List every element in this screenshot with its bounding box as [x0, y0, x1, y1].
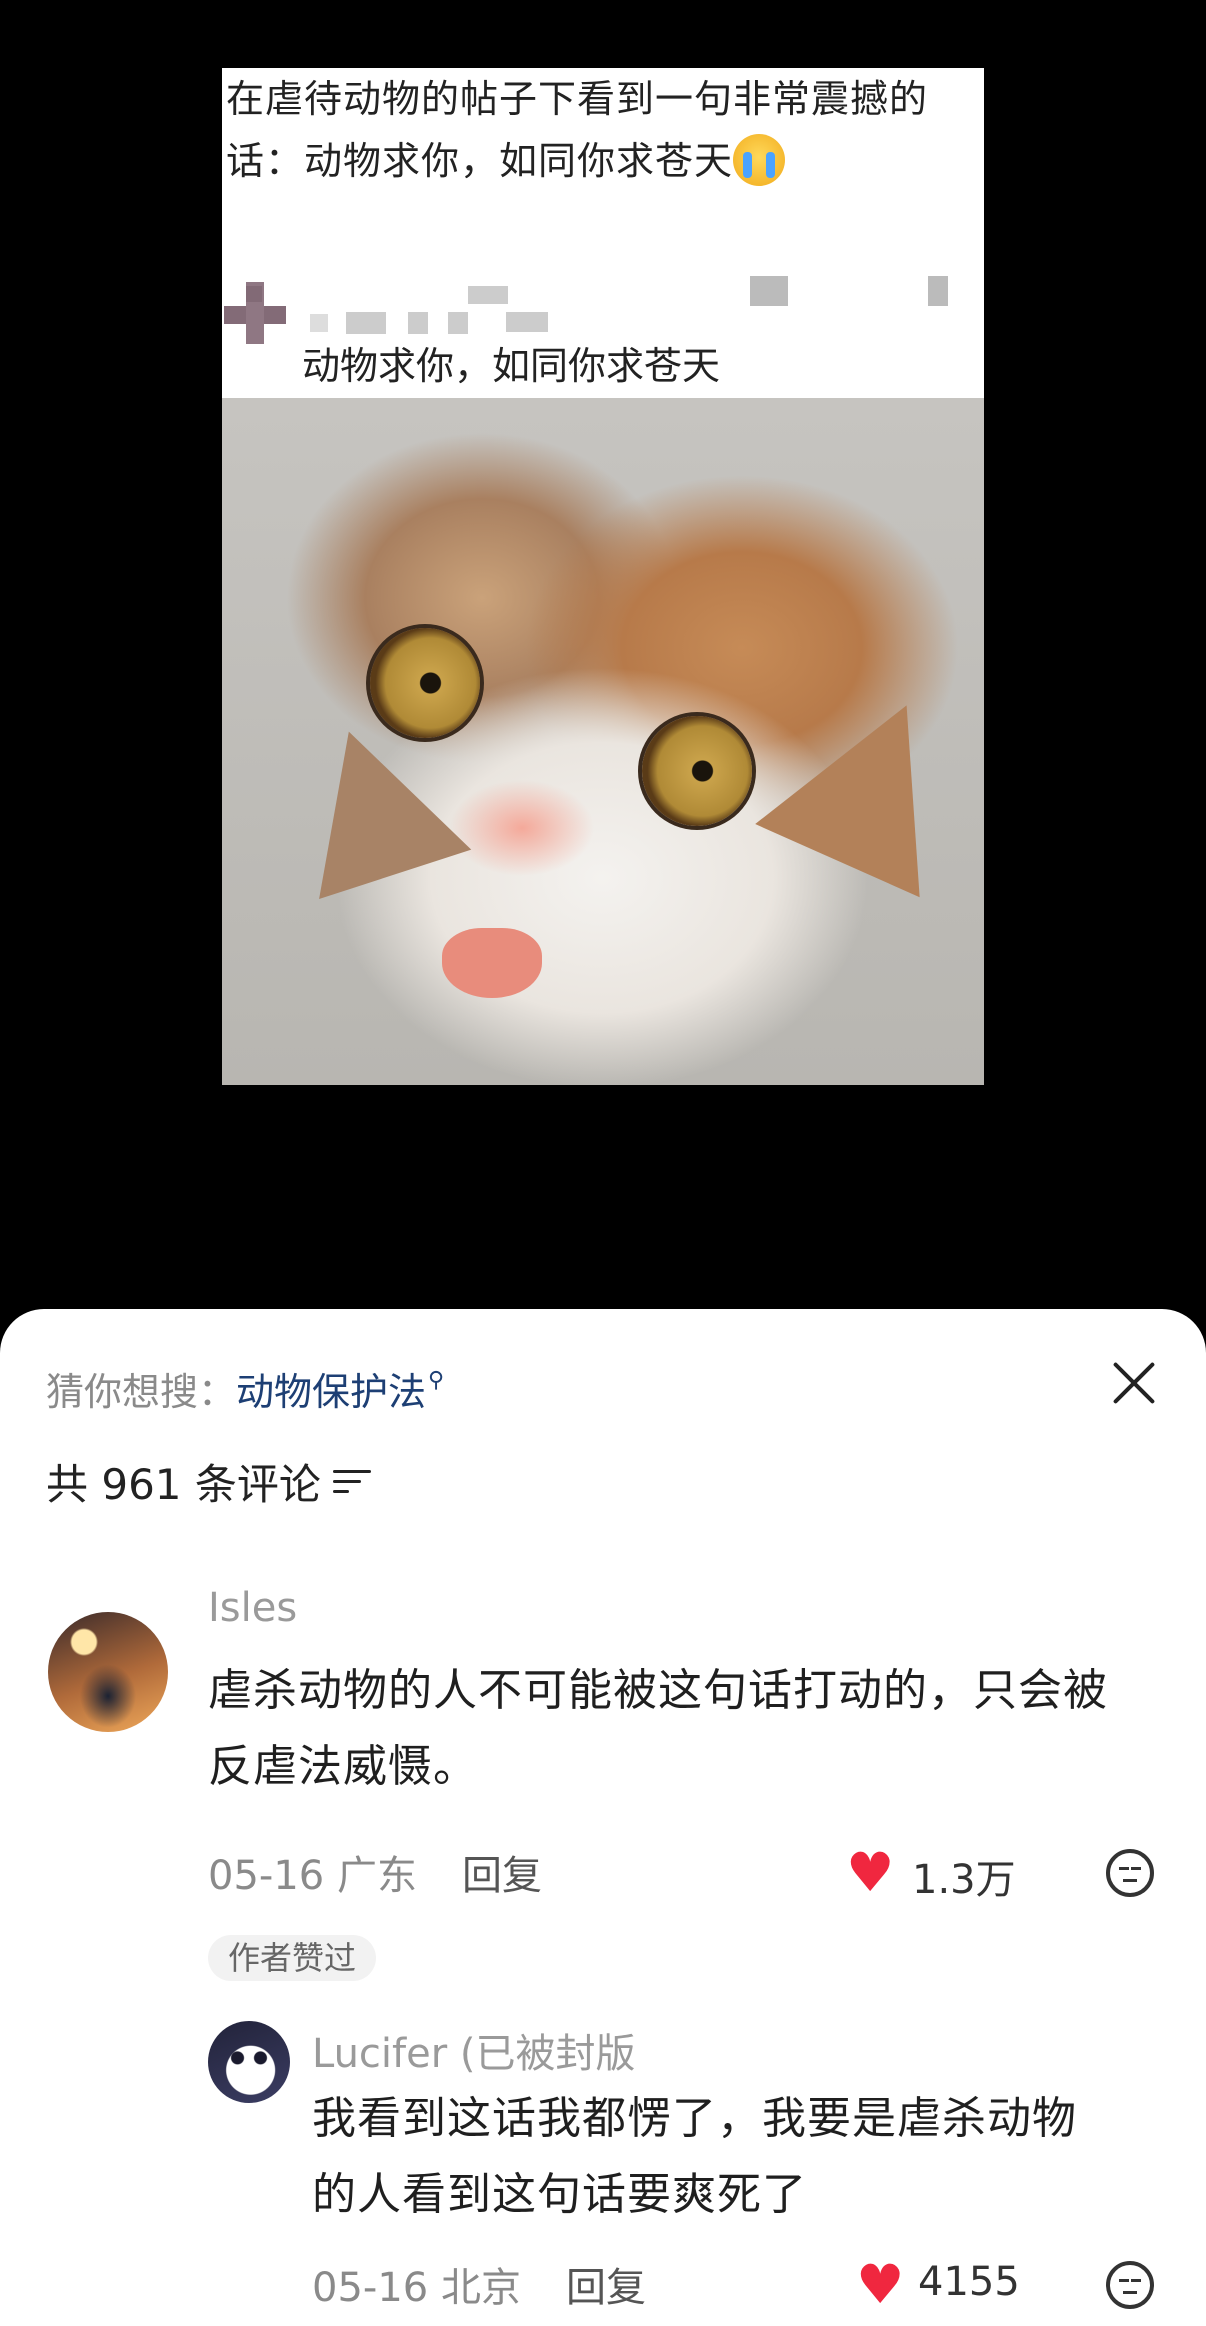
- comment-date-location: 05-16 广东: [208, 1853, 417, 1899]
- dislike-face-icon[interactable]: [1106, 2261, 1154, 2309]
- crying-face-emoji-icon: [733, 134, 786, 186]
- comment-text[interactable]: 我看到这话我都愣了，我要是虐杀动物 的人看到这句话要爽死了: [312, 2081, 1172, 2233]
- comment-text-line-1: 我看到这话我都愣了，我要是虐杀动物: [312, 2093, 1077, 2144]
- cat-eye-right: [642, 716, 752, 826]
- cat-nose: [442, 928, 542, 998]
- dislike-face-icon[interactable]: [1106, 1849, 1154, 1897]
- comment-text-line-1: 虐杀动物的人不可能被这句话打动的，只会被: [208, 1665, 1108, 1716]
- search-hint-label: 猜你想搜：: [46, 1370, 237, 1414]
- cat-ear-right: [755, 668, 984, 898]
- search-icon: ⚲: [428, 1368, 445, 1393]
- post-media-area[interactable]: 在虐待动物的帖子下看到一句非常震撼的 话：动物求你，如同你求苍天 动物求你，如同…: [0, 0, 1206, 1320]
- comment-count: 共 961 条评论: [46, 1460, 321, 1509]
- post-caption-line-2: 话：动物求你，如同你求苍天: [226, 139, 734, 183]
- comment-text-line-2: 的人看到这句话要爽死了: [312, 2169, 807, 2220]
- close-icon[interactable]: [1104, 1353, 1164, 1413]
- cat-ear-left: [272, 706, 472, 900]
- sort-filter-icon[interactable]: [332, 1466, 371, 1498]
- cat-eye-left: [370, 628, 480, 738]
- avatar[interactable]: [208, 2021, 290, 2103]
- comment-username[interactable]: Isles: [208, 1585, 297, 1631]
- search-suggestion-term[interactable]: 动物保护法: [236, 1370, 426, 1414]
- like-count: 1.3万: [912, 1857, 1016, 1903]
- pixelated-username-row-2: [222, 298, 984, 338]
- comment-text-line-2: 反虐法威慑。: [208, 1741, 478, 1792]
- post-caption-line-1: 在虐待动物的帖子下看到一句非常震撼的: [226, 77, 929, 121]
- post-caption: 在虐待动物的帖子下看到一句非常震撼的 话：动物求你，如同你求苍天: [226, 68, 976, 192]
- comment-username[interactable]: Lucifer (已被封版: [312, 2021, 636, 2079]
- like-count: 4155: [918, 2259, 1020, 2305]
- comment-date-location: 05-16 北京: [312, 2265, 521, 2311]
- avatar[interactable]: [48, 1612, 168, 1732]
- cat-photo: [222, 398, 984, 1085]
- quoted-comment-text: 动物求你，如同你求苍天: [302, 344, 721, 388]
- reply-button[interactable]: 回复: [462, 1843, 542, 1901]
- comment-sheet: 猜你想搜：动物保护法⚲ 共 961 条评论 Isles 虐杀动物的人不可能被这句…: [0, 1309, 1206, 2326]
- post-image[interactable]: 在虐待动物的帖子下看到一句非常震撼的 话：动物求你，如同你求苍天 动物求你，如同…: [222, 68, 984, 1085]
- heart-icon[interactable]: ♥: [856, 2258, 910, 2312]
- comment-text[interactable]: 虐杀动物的人不可能被这句话打动的，只会被 反虐法威慑。: [208, 1653, 1168, 1805]
- comment-count-row: 共 961 条评论: [46, 1451, 371, 1512]
- author-liked-badge: 作者赞过: [208, 1935, 377, 1981]
- reply-button[interactable]: 回复: [566, 2255, 646, 2313]
- heart-icon[interactable]: ♥: [846, 1846, 900, 1900]
- search-suggestion[interactable]: 猜你想搜：动物保护法⚲: [46, 1361, 444, 1416]
